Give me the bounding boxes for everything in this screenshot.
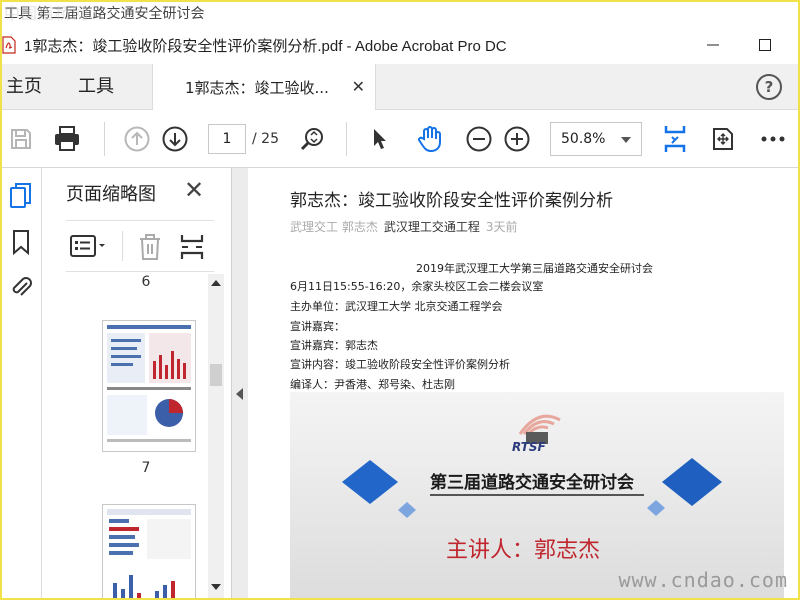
slide-title: 第三届道路交通安全研讨会 xyxy=(430,473,634,493)
title-bar: 1郭志杰：竣工验收阶段安全性评价案例分析.pdf - Adobe Acrobat… xyxy=(2,28,798,62)
tab-tools[interactable]: 工具 xyxy=(78,64,114,110)
maximize-button[interactable] xyxy=(742,28,788,62)
toolbar-divider xyxy=(104,122,105,156)
tab-document[interactable]: 1郭志杰：竣工验收... ✕ xyxy=(152,64,376,111)
attachment-icon[interactable] xyxy=(6,270,36,302)
zoom-search-icon[interactable] xyxy=(296,124,328,154)
select-cursor-icon[interactable] xyxy=(366,124,394,154)
document-meta: 武理交工 郭志杰 武汉理工交通工程 3天前 xyxy=(290,218,517,235)
toolbar: 1 / 25 50.8% xyxy=(2,110,798,168)
zoom-select[interactable]: 50.8% xyxy=(550,122,642,156)
document-line: 编译人：尹香港、郑号染、杜志刚 xyxy=(290,378,455,391)
site-watermark: www.cndao.com xyxy=(618,568,788,592)
thumbnail-page-number: 7 xyxy=(141,460,151,476)
chevron-down-icon xyxy=(621,137,631,143)
print-icon[interactable] xyxy=(50,124,84,154)
hand-tool-icon[interactable] xyxy=(414,124,446,154)
zoom-value: 50.8% xyxy=(561,131,606,147)
diamond-left-icon xyxy=(342,460,398,504)
slide-logo-text: RTSF xyxy=(512,440,546,454)
page-number-input[interactable]: 1 xyxy=(208,124,246,154)
toolbar-divider xyxy=(346,122,347,156)
pdf-file-icon xyxy=(2,36,16,54)
document-line: 宣讲嘉宾：郭志杰 xyxy=(290,339,378,352)
document-line: 宣讲内容：竣工验收阶段安全性评价案例分析 xyxy=(290,358,510,371)
site-logo-text: 中国道桥网 xyxy=(4,4,90,23)
thumbnail-page-number: 6 xyxy=(141,274,151,290)
panel-collapse-handle[interactable] xyxy=(232,168,248,598)
diamond-right-icon xyxy=(662,458,722,506)
close-panel-icon[interactable]: ✕ xyxy=(184,176,204,204)
meta-source: 武理交工 郭志杰 xyxy=(290,220,378,234)
meta-time: 3天前 xyxy=(485,220,518,234)
next-page-icon[interactable] xyxy=(160,124,190,154)
full-screen-icon[interactable] xyxy=(708,124,738,154)
left-rail xyxy=(2,168,42,598)
thumbnail-options-icon[interactable] xyxy=(70,233,108,263)
window-title: 1郭志杰：竣工验收阶段安全性评价案例分析.pdf - Adobe Acrobat… xyxy=(24,37,507,55)
thumbnail-list: 6 7 xyxy=(66,274,206,598)
scroll-thumb[interactable] xyxy=(210,364,222,386)
close-tab-icon[interactable]: ✕ xyxy=(352,77,365,96)
minimize-button[interactable] xyxy=(690,28,736,62)
document-line: 宣讲嘉宾： xyxy=(290,320,345,333)
page-thumbnail[interactable] xyxy=(102,504,196,598)
help-icon[interactable]: ? xyxy=(756,74,782,100)
previous-page-icon[interactable] xyxy=(122,124,152,154)
scroll-up-icon[interactable] xyxy=(211,280,221,286)
page-total: / 25 xyxy=(252,131,279,147)
app-window: 工具 第三届道路交通安全研讨会 中国道桥网 1郭志杰：竣工验收阶段安全性评价案例… xyxy=(2,2,798,598)
meta-publisher[interactable]: 武汉理工交通工程 xyxy=(384,220,480,234)
panel-divider xyxy=(122,231,123,261)
caption-bar: 工具 第三届道路交通安全研讨会 中国道桥网 xyxy=(2,2,798,26)
more-options-icon[interactable] xyxy=(758,124,788,154)
document-line: 2019年武汉理工大学第三届道路交通安全研讨会 xyxy=(416,262,653,275)
save-icon[interactable] xyxy=(6,124,36,154)
panel-toolbar xyxy=(66,220,214,272)
document-view[interactable]: 郭志杰：竣工验收阶段安全性评价案例分析 武理交工 郭志杰 武汉理工交通工程 3天前 … xyxy=(248,168,798,598)
document-line: 主办单位：武汉理工大学 北京交通工程学会 xyxy=(290,300,503,313)
tab-bar: 主页 工具 1郭志杰：竣工验收... ✕ ? xyxy=(2,64,798,111)
panel-title: 页面缩略图 xyxy=(66,184,156,205)
zoom-out-icon[interactable] xyxy=(464,124,494,154)
fit-page-icon[interactable] xyxy=(660,124,690,154)
thumbnail-panel: 页面缩略图 ✕ 6 7 xyxy=(42,168,232,598)
thumbnail-scrollbar[interactable] xyxy=(208,274,224,598)
chevron-left-icon xyxy=(236,388,243,400)
delete-page-icon[interactable] xyxy=(138,233,162,265)
insert-page-icon[interactable] xyxy=(180,233,204,265)
tab-home[interactable]: 主页 xyxy=(6,64,42,110)
page-thumbnail[interactable] xyxy=(102,320,196,452)
slide-underline xyxy=(430,494,644,496)
slide-speaker: 主讲人：郭志杰 xyxy=(446,538,601,563)
zoom-in-icon[interactable] xyxy=(502,124,532,154)
tab-document-label: 1郭志杰：竣工验收... xyxy=(185,79,329,97)
page-thumbnails-icon[interactable] xyxy=(6,180,36,212)
bookmark-icon[interactable] xyxy=(6,226,36,258)
document-heading: 郭志杰：竣工验收阶段安全性评价案例分析 xyxy=(290,191,613,211)
document-line: 6月11日15:55-16:20，余家头校区工会二楼会议室 xyxy=(290,280,544,293)
scroll-down-icon[interactable] xyxy=(211,584,221,590)
